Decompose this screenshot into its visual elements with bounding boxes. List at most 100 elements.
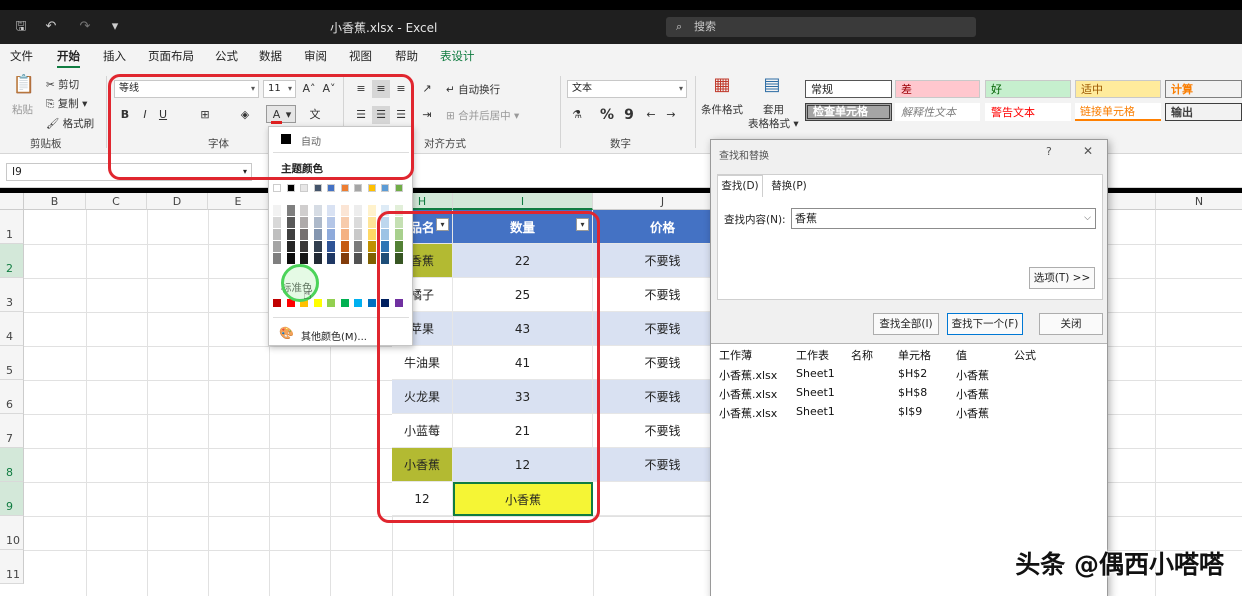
increase-decimal-icon[interactable]: ←	[642, 106, 660, 124]
theme-color-swatch[interactable]	[273, 184, 281, 192]
row-header-2[interactable]: 2	[0, 244, 24, 278]
italic-button[interactable]: I	[136, 106, 154, 124]
theme-shade-swatch[interactable]	[313, 241, 322, 252]
style-warning[interactable]: 警告文本	[985, 103, 1071, 121]
align-top-icon[interactable]: ≡	[352, 80, 370, 98]
indent-icon[interactable]: ⇥	[418, 106, 436, 124]
row-header-6[interactable]: 6	[0, 380, 24, 414]
column-header-i[interactable]: I	[453, 193, 593, 210]
theme-shade-swatch[interactable]	[273, 217, 281, 228]
tab-page-layout[interactable]: 页面布局	[148, 48, 194, 64]
name-box[interactable]: I9 ▾	[6, 163, 252, 181]
theme-shade-swatch[interactable]	[300, 229, 308, 240]
row-header-11[interactable]: 11	[0, 550, 24, 584]
currency-icon[interactable]: ⚗	[568, 106, 586, 124]
theme-shade-swatch[interactable]	[354, 241, 362, 252]
format-as-table-icon[interactable]: ▤	[760, 76, 784, 98]
theme-shade-swatch[interactable]	[273, 205, 281, 216]
table-cell[interactable]: 牛油果	[392, 346, 453, 380]
results-header-name[interactable]: 名称	[851, 347, 873, 363]
align-center-icon[interactable]: ☰	[372, 106, 390, 124]
align-bottom-icon[interactable]: ≡	[392, 80, 410, 98]
result-cell[interactable]: $H$2	[898, 367, 927, 380]
theme-shade-swatch[interactable]	[367, 241, 376, 252]
style-linked-cell[interactable]: 链接单元格	[1075, 103, 1161, 121]
theme-shade-swatch[interactable]	[286, 229, 295, 240]
table-cell[interactable]: 22	[453, 244, 593, 278]
align-left-icon[interactable]: ☰	[352, 106, 370, 124]
theme-shade-swatch[interactable]	[327, 217, 335, 228]
table-cell[interactable]: 小蓝莓	[392, 414, 453, 448]
theme-shade-swatch[interactable]	[394, 229, 403, 240]
theme-shade-swatch[interactable]	[381, 253, 389, 264]
theme-shade-swatch[interactable]	[354, 205, 362, 216]
font-color-button[interactable]: A ▾	[266, 105, 296, 124]
copy-button[interactable]: ⎘ 复制 ▾	[46, 96, 87, 111]
column-header-e[interactable]: E	[208, 193, 269, 210]
theme-shade-swatch[interactable]	[327, 229, 335, 240]
theme-shade-swatch[interactable]	[286, 241, 295, 252]
customize-quick-access-icon[interactable]: ▾	[106, 19, 124, 35]
tab-data[interactable]: 数据	[259, 48, 282, 64]
theme-color-swatch[interactable]	[327, 184, 335, 192]
column-header-b[interactable]: B	[24, 193, 86, 210]
theme-shade-swatch[interactable]	[394, 253, 403, 264]
row-header-10[interactable]: 10	[0, 516, 24, 550]
theme-shade-swatch[interactable]	[394, 217, 403, 228]
theme-shade-swatch[interactable]	[327, 253, 335, 264]
theme-shade-swatch[interactable]	[300, 205, 308, 216]
merge-center-button[interactable]: ⊞ 合并后居中 ▾	[446, 108, 519, 123]
filter-dropdown-icon[interactable]: ▾	[576, 218, 589, 231]
table-cell[interactable]: 25	[453, 278, 593, 312]
theme-color-swatch[interactable]	[313, 184, 322, 192]
theme-color-swatch[interactable]	[381, 184, 389, 192]
fill-color-icon[interactable]: ◈	[236, 106, 254, 124]
theme-color-swatch[interactable]	[367, 184, 376, 192]
theme-color-swatch[interactable]	[286, 184, 295, 192]
standard-color-swatch[interactable]	[381, 299, 389, 307]
undo-icon[interactable]: ↶	[42, 19, 60, 35]
phonetic-icon[interactable]: 文	[306, 106, 324, 124]
theme-shade-swatch[interactable]	[340, 205, 349, 216]
font-name-select[interactable]: 等线 ▾	[114, 80, 259, 98]
underline-button[interactable]: U	[154, 106, 172, 124]
theme-shade-swatch[interactable]	[367, 229, 376, 240]
row-header-4[interactable]: 4	[0, 312, 24, 346]
tab-review[interactable]: 审阅	[304, 48, 327, 64]
results-header-sheet[interactable]: 工作表	[796, 347, 829, 363]
auto-color-swatch[interactable]	[281, 134, 291, 144]
active-cell[interactable]: 小香蕉	[453, 482, 593, 516]
row-header-8[interactable]: 8	[0, 448, 24, 482]
table-cell[interactable]: 小香蕉	[392, 448, 453, 482]
format-painter-button[interactable]: 🖌 格式刷	[46, 116, 94, 131]
column-header-c[interactable]: C	[86, 193, 147, 210]
theme-shade-swatch[interactable]	[381, 229, 389, 240]
row-header-7[interactable]: 7	[0, 414, 24, 448]
style-check-cell[interactable]: 检查单元格	[805, 103, 892, 121]
result-sheet[interactable]: Sheet1	[796, 367, 835, 380]
standard-color-swatch[interactable]	[394, 299, 403, 307]
table-cell[interactable]: 21	[453, 414, 593, 448]
results-header-formula[interactable]: 公式	[1014, 347, 1036, 363]
tab-insert[interactable]: 插入	[103, 48, 126, 64]
result-value[interactable]: 小香蕉	[956, 386, 989, 402]
result-cell[interactable]: $H$8	[898, 386, 927, 399]
theme-shade-swatch[interactable]	[340, 253, 349, 264]
auto-color-option[interactable]: 自动	[301, 133, 321, 148]
table-header-quantity[interactable]: 数量 ▾	[453, 210, 593, 244]
theme-shade-swatch[interactable]	[381, 217, 389, 228]
help-button[interactable]: ?	[1046, 145, 1052, 158]
theme-shade-swatch[interactable]	[313, 205, 322, 216]
column-header-d[interactable]: D	[147, 193, 208, 210]
row-header-5[interactable]: 5	[0, 346, 24, 380]
result-sheet[interactable]: Sheet1	[796, 386, 835, 399]
paste-button[interactable]: 粘贴	[12, 102, 33, 117]
theme-shade-swatch[interactable]	[327, 205, 335, 216]
result-cell[interactable]: $I$9	[898, 405, 922, 418]
theme-shade-swatch[interactable]	[394, 205, 403, 216]
comma-icon[interactable]: 9	[620, 106, 638, 124]
paste-icon[interactable]: 📋	[12, 76, 36, 98]
table-cell[interactable]: 火龙果	[392, 380, 453, 414]
table-cell[interactable]: 43	[453, 312, 593, 346]
redo-icon[interactable]: ↷	[76, 19, 94, 35]
